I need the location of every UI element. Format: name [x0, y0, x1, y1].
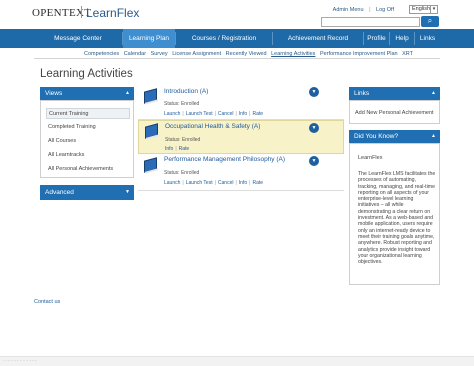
activity-title[interactable]: Introduction (A): [164, 88, 208, 95]
launch-link[interactable]: Launch: [164, 111, 180, 117]
status-bar-text: ·······················: [3, 358, 38, 363]
activity-status: Status: Enrolled: [164, 170, 200, 176]
cancel-link[interactable]: Cancel: [218, 180, 234, 186]
chevron-up-icon: ▲: [431, 133, 436, 139]
expand-chevron-icon[interactable]: ▼: [309, 87, 319, 97]
nav-learning-plan[interactable]: Learning Plan: [123, 29, 175, 48]
activity-status: Status: Enrolled: [164, 101, 200, 107]
link-separator: |: [182, 111, 184, 117]
subnav-learning-activities[interactable]: Learning Activities: [271, 51, 315, 57]
sub-nav: Competencies Calendar Survey License Ass…: [84, 51, 416, 57]
dyk-panel-header[interactable]: Did You Know? ▲: [349, 130, 440, 143]
links-panel-title: Links: [354, 90, 370, 97]
chevron-up-icon: ▲: [431, 90, 436, 96]
activity-item: Performance Management Philosophy (A) St…: [138, 154, 344, 190]
chevron-down-icon: ▾: [430, 6, 437, 13]
view-all-personal-achievements[interactable]: All Personal Achievements: [46, 164, 130, 175]
nav-courses-registration[interactable]: Courses / Registration: [176, 29, 272, 48]
activity-status: Status: Enrolled: [165, 137, 201, 143]
top-links-separator: |: [369, 7, 371, 13]
info-link[interactable]: Info: [165, 146, 173, 152]
advanced-panel-header[interactable]: Advanced ▼: [40, 185, 134, 200]
dyk-text: The LearnFlex LMS facilitates the proces…: [358, 171, 436, 266]
launch-link[interactable]: Launch: [164, 180, 180, 186]
view-completed-training[interactable]: Completed Training: [46, 122, 130, 133]
link-separator: |: [175, 146, 177, 152]
expand-chevron-icon[interactable]: ▼: [309, 123, 319, 133]
contact-us-link[interactable]: Contact us: [34, 299, 60, 305]
dyk-panel: LearnFlex The LearnFlex LMS facilitates …: [349, 143, 440, 285]
language-selected-value: English: [412, 6, 431, 12]
status-bar: ·······················: [0, 356, 474, 366]
dyk-panel-title: Did You Know?: [354, 133, 399, 140]
link-separator: |: [249, 111, 251, 117]
info-link[interactable]: Info: [239, 180, 247, 186]
advanced-panel-title: Advanced: [45, 189, 74, 196]
subnav-xrt[interactable]: XRT: [402, 51, 413, 57]
cancel-link[interactable]: Cancel: [218, 111, 234, 117]
activity-divider: [138, 190, 344, 191]
top-links: Admin Menu | Log Off: [329, 7, 394, 13]
subnav-competencies[interactable]: Competencies: [84, 51, 119, 57]
links-panel: Add New Personal Achievement: [349, 100, 440, 124]
header: OPENTEXT LearnFlex Admin Menu | Log Off …: [0, 0, 474, 29]
add-personal-achievement-link[interactable]: Add New Personal Achievement: [355, 110, 434, 116]
link-separator: |: [235, 180, 237, 186]
course-book-icon: [142, 157, 160, 174]
nav-profile[interactable]: Profile: [364, 29, 389, 48]
link-separator: |: [214, 180, 216, 186]
link-separator: |: [235, 111, 237, 117]
views-panel-header[interactable]: Views ▲: [40, 87, 134, 100]
logo-divider: [81, 6, 82, 18]
nav-achievement-record[interactable]: Achievement Record: [273, 29, 363, 48]
expand-chevron-icon[interactable]: ▼: [309, 156, 319, 166]
course-book-icon: [142, 88, 160, 105]
rate-link[interactable]: Rate: [179, 146, 190, 152]
views-panel: Current Training Completed Training All …: [40, 100, 134, 178]
subnav-survey[interactable]: Survey: [151, 51, 168, 57]
view-all-learntracks[interactable]: All Learntracks: [46, 150, 130, 161]
subnav-license-assignment[interactable]: License Assignment: [172, 51, 221, 57]
search-button[interactable]: ⌕: [421, 16, 439, 27]
activity-item: Introduction (A) Status: Enrolled Launch…: [138, 85, 344, 119]
nav-links[interactable]: Links: [415, 29, 440, 48]
launch-test-link[interactable]: Launch Test: [186, 111, 213, 117]
subnav-performance-improvement-plan[interactable]: Performance Improvement Plan: [320, 51, 398, 57]
product-name: LearnFlex: [86, 6, 140, 20]
subnav-calendar[interactable]: Calendar: [124, 51, 146, 57]
language-select[interactable]: English ▾: [409, 5, 438, 14]
links-panel-header[interactable]: Links ▲: [349, 87, 440, 100]
opentext-logo: OPENTEXT: [32, 7, 92, 19]
views-panel-title: Views: [45, 90, 63, 97]
view-all-courses[interactable]: All Courses: [46, 136, 130, 147]
search-input[interactable]: [321, 17, 420, 27]
activity-item-highlighted: Occupational Health & Safety (A) Status:…: [138, 120, 344, 154]
nav-help[interactable]: Help: [390, 29, 414, 48]
chevron-down-icon: ▼: [125, 189, 130, 195]
view-current-training[interactable]: Current Training: [46, 108, 130, 119]
info-link[interactable]: Info: [239, 111, 247, 117]
chevron-up-icon: ▲: [125, 90, 130, 96]
rate-link[interactable]: Rate: [252, 111, 263, 117]
rate-link[interactable]: Rate: [252, 180, 263, 186]
course-book-icon: [143, 123, 161, 140]
link-separator: |: [182, 180, 184, 186]
log-off-link[interactable]: Log Off: [376, 7, 394, 13]
search-icon: ⌕: [427, 16, 433, 25]
admin-menu-link[interactable]: Admin Menu: [333, 7, 364, 13]
subnav-divider: [34, 58, 440, 59]
page-title: Learning Activities: [40, 68, 133, 80]
launch-test-link[interactable]: Launch Test: [186, 180, 213, 186]
link-separator: |: [249, 180, 251, 186]
activity-title[interactable]: Occupational Health & Safety (A): [165, 123, 260, 130]
activity-title[interactable]: Performance Management Philosophy (A): [164, 156, 285, 163]
link-separator: |: [214, 111, 216, 117]
dyk-heading: LearnFlex: [358, 155, 383, 161]
main-nav: Message Center Learning Plan Courses / R…: [0, 29, 474, 48]
subnav-recently-viewed[interactable]: Recently Viewed: [226, 51, 267, 57]
nav-message-center[interactable]: Message Center: [34, 29, 122, 48]
